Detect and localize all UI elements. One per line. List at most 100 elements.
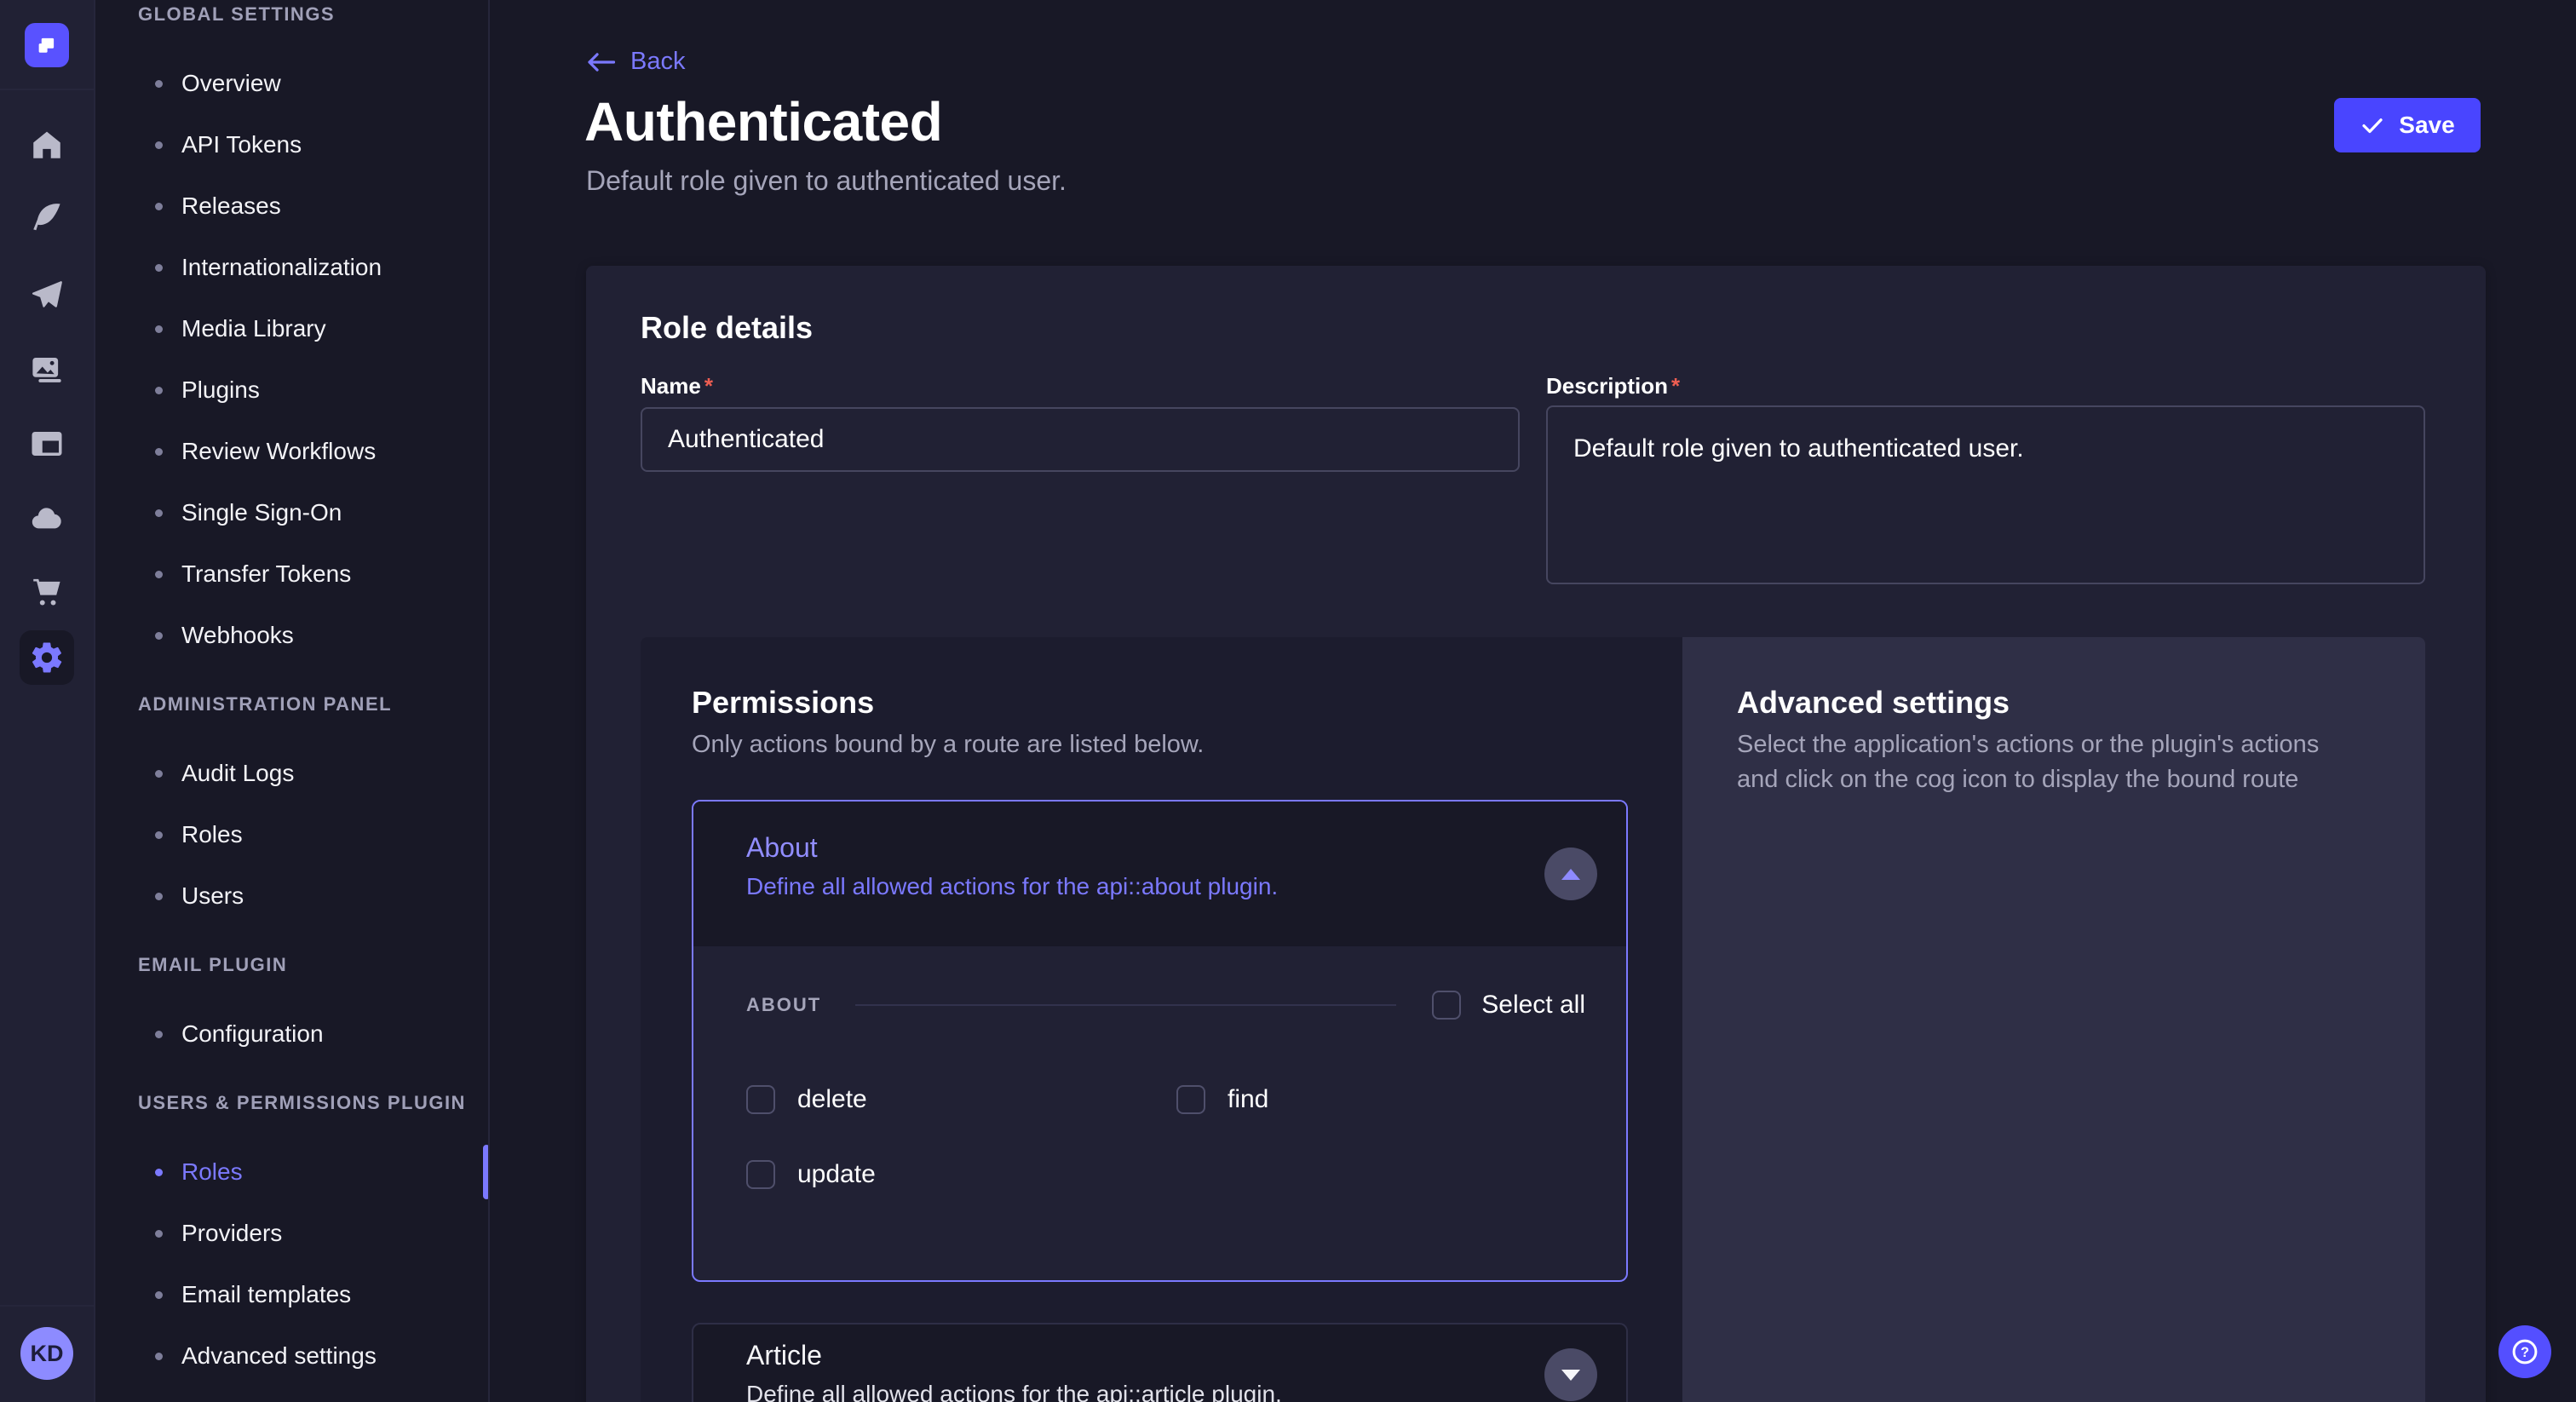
subnav-item-plugins[interactable]: Plugins <box>94 359 488 421</box>
back-label: Back <box>630 48 685 76</box>
subnav-item-transfer-tokens[interactable]: Transfer Tokens <box>94 543 488 605</box>
accordion-about: About Define all allowed actions for the… <box>692 800 1628 1282</box>
advanced-settings-panel: Advanced settings Select the application… <box>1682 637 2425 1402</box>
permissions-subtitle: Only actions bound by a route are listed… <box>692 731 1204 759</box>
subnav-item-releases[interactable]: Releases <box>94 175 488 237</box>
subnav-item-label: Providers <box>181 1220 282 1247</box>
rail-button-cloud[interactable] <box>29 501 65 537</box>
strapi-logo[interactable] <box>25 23 69 67</box>
collapse-toggle-button[interactable] <box>1544 848 1597 900</box>
select-all-control[interactable]: Select all <box>1432 991 1585 1020</box>
marketplace-cart-icon <box>29 575 65 611</box>
description-label: Description* <box>1546 373 1680 399</box>
back-arrow-icon <box>586 51 615 73</box>
subnav-item-audit-logs[interactable]: Audit Logs <box>94 743 488 804</box>
subnav-section-global-settings: GLOBAL SETTINGS <box>138 3 488 29</box>
subnav-item-label: Transfer Tokens <box>181 560 351 588</box>
expand-toggle-button[interactable] <box>1544 1348 1597 1401</box>
subnav-item-single-sign-on[interactable]: Single Sign-On <box>94 482 488 543</box>
subnav-item-users[interactable]: Users <box>94 865 488 927</box>
checkbox-find[interactable] <box>1176 1085 1205 1114</box>
subnav-item-configuration[interactable]: Configuration <box>94 1003 488 1065</box>
accordion-article[interactable]: Article Define all allowed actions for t… <box>692 1323 1628 1402</box>
subnav-item-label: Audit Logs <box>181 760 294 787</box>
subnav-item-providers[interactable]: Providers <box>94 1203 488 1264</box>
rail-button-home[interactable] <box>29 127 65 163</box>
active-indicator-bar <box>483 1145 490 1199</box>
permission-action-label[interactable]: update <box>797 1160 876 1189</box>
rail-button-settings-active[interactable] <box>20 630 74 685</box>
checkbox-update[interactable] <box>746 1160 775 1189</box>
required-asterisk: * <box>704 373 713 399</box>
bullet-dot-icon <box>155 1169 163 1176</box>
rail-button-content-feather[interactable] <box>29 199 65 235</box>
permissions-panel: Permissions Only actions bound by a rout… <box>641 637 1682 1402</box>
advanced-settings-heading: Advanced settings <box>1737 685 2010 721</box>
accordion-about-content: ABOUT Select all delete find update <box>693 946 1626 1190</box>
user-avatar[interactable]: KD <box>20 1327 73 1380</box>
bullet-dot-icon <box>155 770 163 778</box>
icon-rail: KD <box>0 0 95 1402</box>
permissions-grid: Permissions Only actions bound by a rout… <box>641 637 2425 1402</box>
content-feather-icon <box>29 199 65 235</box>
checkbox-delete[interactable] <box>746 1085 775 1114</box>
bullet-dot-icon <box>155 1291 163 1299</box>
subnav-item-webhooks[interactable]: Webhooks <box>94 605 488 666</box>
bullet-dot-icon <box>155 1353 163 1360</box>
back-link[interactable]: Back <box>586 48 685 76</box>
permission-action-label[interactable]: find <box>1228 1085 1268 1114</box>
help-button[interactable]: ? <box>2498 1325 2551 1378</box>
bullet-dot-icon <box>155 325 163 333</box>
description-textarea[interactable]: Default role given to authenticated user… <box>1546 405 2425 584</box>
name-label: Name* <box>641 373 713 399</box>
page-subtitle: Default role given to authenticated user… <box>586 165 1067 197</box>
permission-action-label[interactable]: delete <box>797 1085 867 1114</box>
bullet-dot-icon <box>155 448 163 456</box>
question-mark-icon: ? <box>2510 1336 2540 1367</box>
accordion-about-header[interactable]: About Define all allowed actions for the… <box>693 802 1626 946</box>
rail-button-media-library[interactable] <box>29 352 65 388</box>
subnav-item-label: Plugins <box>181 376 260 404</box>
subnav-item-label: Configuration <box>181 1020 324 1048</box>
role-details-card: Role details Name* Authenticated Descrip… <box>586 266 2486 1402</box>
subnav-item-label: Advanced settings <box>181 1342 377 1370</box>
home-icon <box>29 127 65 163</box>
subnav-item-media-library[interactable]: Media Library <box>94 298 488 359</box>
select-all-label[interactable]: Select all <box>1481 991 1585 1020</box>
subnav-item-review-workflows[interactable]: Review Workflows <box>94 421 488 482</box>
release-plane-icon <box>29 278 65 313</box>
permission-action-find[interactable]: find <box>1176 1084 1585 1115</box>
permission-action-update[interactable]: update <box>746 1159 1176 1190</box>
bullet-dot-icon <box>155 1031 163 1038</box>
accordion-title: About <box>746 832 818 864</box>
permission-action-delete[interactable]: delete <box>746 1084 1176 1115</box>
subnav-item-roles[interactable]: Roles <box>94 804 488 865</box>
subnav-section-email-plugin: EMAIL PLUGIN <box>138 954 488 980</box>
bullet-dot-icon <box>155 203 163 210</box>
subnav-item-advanced-settings[interactable]: Advanced settings <box>94 1325 488 1387</box>
bullet-dot-icon <box>155 387 163 394</box>
rail-button-release-plane[interactable] <box>29 278 65 313</box>
subnav-item-label: Overview <box>181 70 281 97</box>
save-button[interactable]: Save <box>2334 98 2481 152</box>
required-asterisk: * <box>1671 373 1680 399</box>
subnav-item-internationalization[interactable]: Internationalization <box>94 237 488 298</box>
subnav-item-label: API Tokens <box>181 131 302 158</box>
name-input[interactable]: Authenticated <box>641 407 1520 472</box>
strapi-logo-icon <box>34 32 60 58</box>
permission-group-label: ABOUT <box>746 994 821 1016</box>
rail-button-content-type-builder[interactable] <box>29 426 65 462</box>
svg-text:?: ? <box>2521 1345 2529 1360</box>
subnav-item-email-templates[interactable]: Email templates <box>94 1264 488 1325</box>
group-divider-line <box>855 1004 1396 1006</box>
subnav-item-label: Users <box>181 882 244 910</box>
subnav-item-overview[interactable]: Overview <box>94 53 488 114</box>
subnav-item-api-tokens[interactable]: API Tokens <box>94 114 488 175</box>
bullet-dot-icon <box>155 632 163 640</box>
bullet-dot-icon <box>155 1230 163 1238</box>
subnav-item-label: Single Sign-On <box>181 499 342 526</box>
select-all-checkbox[interactable] <box>1432 991 1461 1020</box>
save-label: Save <box>2399 112 2454 139</box>
subnav-item-roles[interactable]: Roles <box>94 1141 488 1203</box>
rail-button-marketplace-cart[interactable] <box>29 575 65 611</box>
